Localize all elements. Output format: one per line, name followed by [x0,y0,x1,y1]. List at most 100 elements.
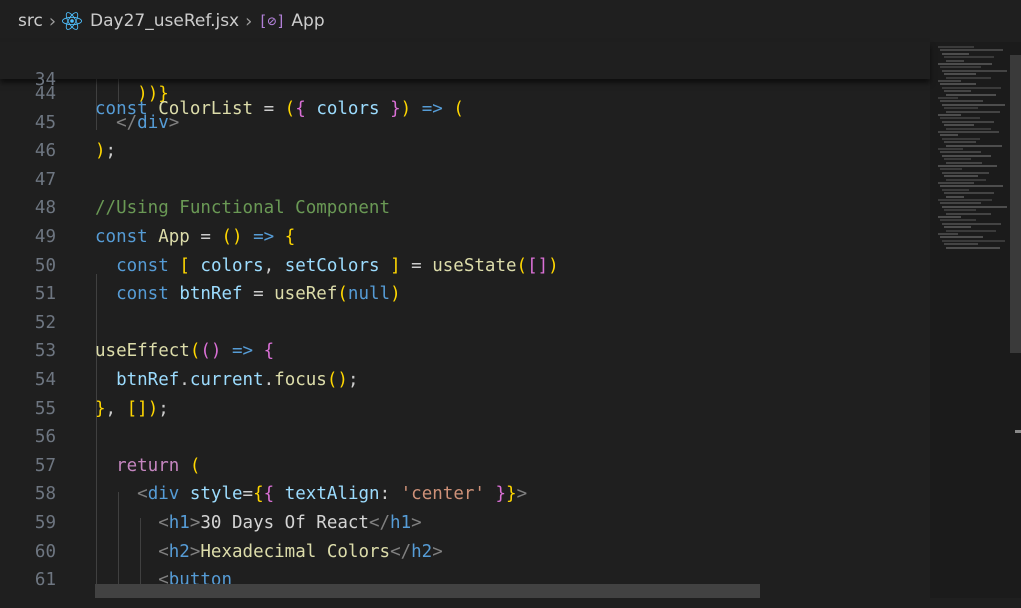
code-text: btnRef.current.focus(); [116,370,359,390]
minimap-line [946,76,991,79]
minimap-line [940,219,976,222]
code-line[interactable]: 56 [0,423,930,452]
code-line[interactable]: 51 const btnRef = useRef(null) [0,280,930,309]
minimap-line [944,124,974,127]
minimap-line [942,171,989,174]
breadcrumb-symbol-label: App [291,11,325,31]
minimap-line [944,56,994,59]
minimap-line [944,73,976,76]
code-line[interactable]: 50 const [ colors, setColors ] = useStat… [0,252,930,281]
minimap-line [944,243,979,246]
symbol-method-icon: [⊘] [258,12,286,30]
minimap-line [942,120,995,123]
code-editor[interactable]: 42 {colors.map((color, index) => (44 ))}… [0,42,930,608]
code-text: const btnRef = useRef(null) [116,284,401,305]
code-line[interactable]: 46); [0,137,930,166]
code-text: <h1>30 Days Of React</h1> [158,513,422,533]
sticky-code: const ColorList = ({ colors }) => ( [95,99,464,119]
breadcrumb-folder[interactable]: src [18,11,43,31]
minimap-line [942,52,969,55]
line-number: 59 [34,513,56,533]
code-line[interactable]: 48 //Using Functional Component [0,194,930,223]
code-line[interactable]: 57 return ( [0,452,930,481]
minimap-line [942,205,1007,208]
minimap-line [938,63,992,65]
minimap-line [946,178,986,181]
code-line[interactable]: 60 <h2>Hexadecimal Colors</h2> [0,538,930,567]
code-text: useEffect(() => { [95,341,275,362]
minimap-line [938,114,962,116]
minimap-line [944,192,994,195]
minimap-line [940,151,982,154]
minimap-line [938,233,958,235]
line-number: 47 [34,169,56,190]
code-text: }, []); [95,398,169,419]
line-number: 55 [34,398,56,419]
code-line[interactable]: 59 <h1>30 Days Of React</h1> [0,509,930,538]
minimap-line [944,107,979,110]
minimap-line [946,212,991,215]
code-text: const [ colors, setColors ] = useState([… [116,255,559,276]
editor-bottom-edge [0,598,1021,608]
minimap-line [938,216,961,218]
line-number: 58 [34,484,56,505]
minimap-line [940,168,962,171]
minimap-line [942,86,1001,89]
line-number: 53 [34,341,56,362]
line-number: 56 [34,427,56,448]
horizontal-scrollbar[interactable] [95,584,760,598]
code-line[interactable]: 53 useEffect(() => { [0,337,930,366]
minimap-line [940,134,958,137]
breadcrumb-file[interactable]: Day27_useRef.jsx [62,11,239,31]
line-number: 34 [34,70,56,90]
minimap-line [946,246,1000,249]
breadcrumb-symbol[interactable]: [⊘] App [258,11,324,31]
code-line[interactable]: 55 }, []); [0,395,930,424]
minimap-line [946,127,991,130]
minimap-line [938,199,992,201]
scrollbar-marker [1015,430,1021,433]
line-number: 57 [34,455,56,476]
line-number: 60 [34,541,56,562]
minimap-line [944,90,971,93]
sticky-scroll-header[interactable]: 34 const ColorList = ({ colors }) => ( [0,42,930,119]
minimap-line [940,83,976,86]
code-line[interactable]: 58 <div style={{ textAlign: 'center' }}> [0,480,930,509]
scrollbar-thumb[interactable] [1010,55,1021,353]
minimap-line [940,202,981,205]
minimap-line [938,182,974,184]
breadcrumb-folder-label: src [18,11,43,31]
minimap-line [940,66,981,69]
minimap-line [944,226,971,229]
chevron-right-icon: › [245,10,253,32]
minimap-line [940,185,1003,188]
minimap-line [946,110,1000,113]
minimap-line [942,137,980,140]
minimap-line [946,59,964,62]
minimap-line [944,141,977,144]
breadcrumb: src › Day27_useRef.jsx › [⊘] App [0,0,1021,42]
code-text: <div style={{ textAlign: 'center' }}> [137,484,528,505]
code-text: return ( [116,455,201,476]
minimap-line [938,46,974,48]
code-line[interactable]: 47 [0,166,930,195]
code-line[interactable]: 49 const App = () => { [0,223,930,252]
minimap-line [942,154,991,157]
code-text: <h2>Hexadecimal Colors</h2> [158,541,443,562]
minimap-line [942,69,1007,72]
minimap-line [944,209,976,212]
line-number: 61 [34,570,56,591]
minimap-line [944,175,979,178]
minimap-line [942,103,1005,106]
minimap-line [940,100,984,103]
minimap-line [942,239,1005,242]
code-line[interactable]: 54 btnRef.current.focus(); [0,366,930,395]
code-text: //Using Functional Component [95,198,391,219]
code-text: ); [95,141,117,162]
code-line[interactable]: 52 [0,309,930,338]
minimap-line [938,97,958,99]
minimap-line [946,161,982,164]
line-number: 48 [34,198,56,219]
line-number: 54 [34,370,56,390]
line-number: 49 [34,227,56,247]
